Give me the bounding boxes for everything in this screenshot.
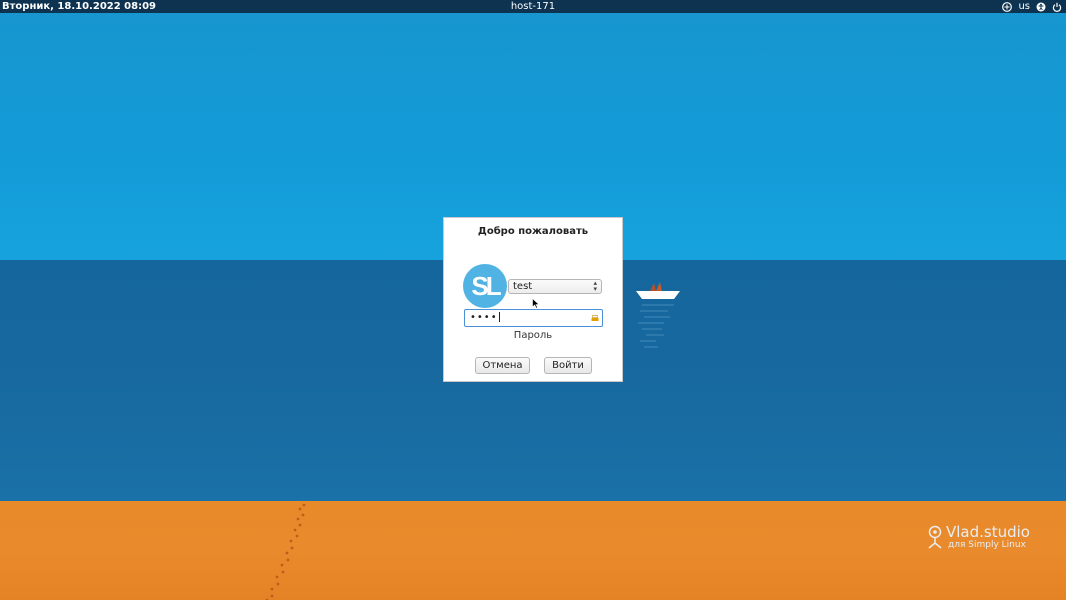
password-label: Пароль [513,330,553,341]
keyboard-layout-indicator[interactable]: us [1018,0,1030,13]
keyboard-icon [591,315,599,321]
boat-illustration [636,282,680,348]
login-button[interactable]: Войти [544,357,592,374]
password-input[interactable]: •••• [464,309,603,327]
mouse-pointer-icon [532,298,540,309]
user-select[interactable]: test ▴ ▾ [508,279,602,294]
watermark-subtitle: для Simply Linux [948,540,1026,550]
cancel-button[interactable]: Отмена [475,357,530,374]
footprints-illustration [265,503,306,600]
indicator-area: us [1002,0,1062,13]
network-icon[interactable] [1002,1,1013,12]
wallpaper-sand [0,501,1066,600]
password-value: •••• [470,312,498,323]
updown-arrows-icon: ▴ ▾ [593,279,597,293]
dialog-title: Добро пожаловать [477,226,589,237]
user-avatar: SL [463,264,507,308]
user-select-value: test [513,281,533,292]
vladstudio-logo-icon [928,525,942,549]
watermark-title: Vlad.studio [946,523,1030,541]
power-icon[interactable] [1052,2,1062,12]
accessibility-icon[interactable] [1036,2,1046,12]
top-panel: Вторник, 18.10.2022 08:09 host-171 us [0,0,1066,13]
hostname-label: host-171 [510,1,556,12]
text-caret [498,312,500,322]
